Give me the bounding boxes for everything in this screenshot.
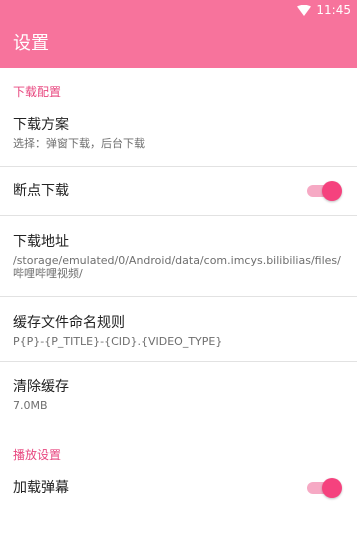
switch-thumb <box>322 181 342 201</box>
pref-summary: 选择：弹窗下载，后台下载 <box>13 137 145 150</box>
category-download: 下载配置 <box>13 85 62 99</box>
pref-title: 缓存文件命名规则 <box>13 315 125 331</box>
pref-resume-download[interactable]: 断点下载 <box>0 167 357 215</box>
load-danmaku-switch[interactable] <box>307 478 342 498</box>
pref-title: 下载地址 <box>13 234 69 250</box>
pref-summary: 7.0MB <box>13 399 48 412</box>
pref-summary: /storage/emulated/0/Android/data/com.imc… <box>13 254 341 280</box>
pref-title: 断点下载 <box>13 183 69 199</box>
page-title: 设置 <box>13 33 49 54</box>
app-bar: 设置 <box>0 20 357 68</box>
category-playback: 播放设置 <box>13 448 62 462</box>
pref-title: 下载方案 <box>13 117 69 133</box>
status-time: 11:45 <box>316 3 351 17</box>
pref-clear-cache[interactable]: 清除缓存 7.0MB <box>0 362 357 426</box>
wifi-icon <box>297 4 312 16</box>
pref-summary: P{P}-{P_TITLE}-{CID}.{VIDEO_TYPE} <box>13 335 223 348</box>
resume-download-switch[interactable] <box>307 181 342 201</box>
switch-thumb <box>322 478 342 498</box>
status-bar: 11:45 <box>0 0 357 20</box>
pref-download-plan[interactable]: 下载方案 选择：弹窗下载，后台下载 <box>0 104 357 166</box>
pref-download-path[interactable]: 下载地址 /storage/emulated/0/Android/data/co… <box>0 216 357 296</box>
pref-title: 加载弹幕 <box>13 480 69 496</box>
pref-title: 清除缓存 <box>13 379 69 395</box>
pref-cache-naming[interactable]: 缓存文件命名规则 P{P}-{P_TITLE}-{CID}.{VIDEO_TYP… <box>0 297 357 361</box>
pref-load-danmaku[interactable]: 加载弹幕 <box>0 467 357 509</box>
